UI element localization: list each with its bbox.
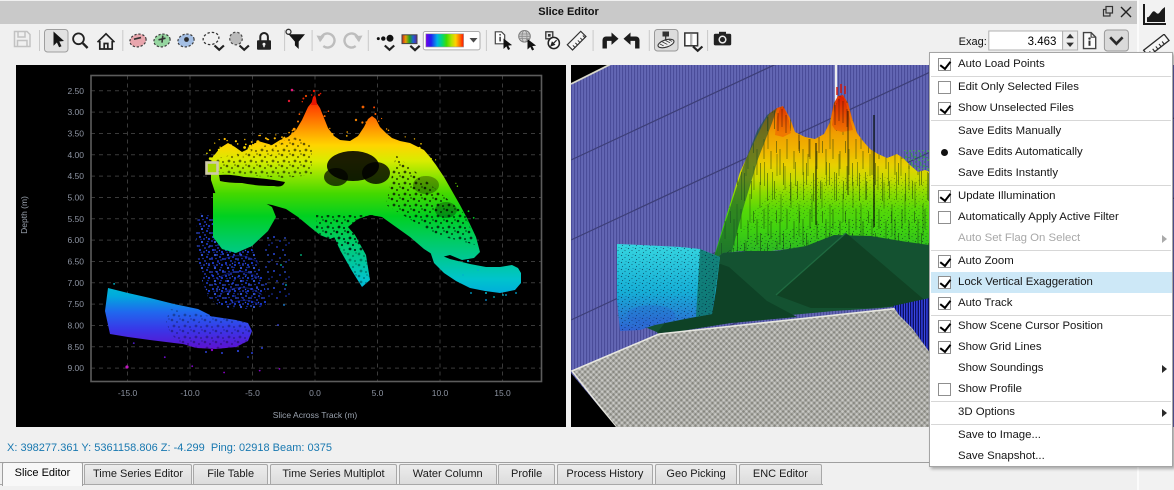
svg-text:3.463: 3.463: [1028, 36, 1057, 48]
svg-text:Slice Across Track (m): Slice Across Track (m): [273, 410, 358, 420]
svg-text:2.50: 2.50: [67, 86, 84, 96]
svg-text:9.00: 9.00: [67, 363, 84, 373]
svg-text:-15.0: -15.0: [118, 388, 138, 398]
svg-text:7.50: 7.50: [67, 299, 84, 309]
svg-text:5.0: 5.0: [372, 388, 384, 398]
svg-text:15.0: 15.0: [494, 388, 511, 398]
svg-text:4.00: 4.00: [67, 150, 84, 160]
svg-text:8.00: 8.00: [67, 321, 84, 331]
svg-text:Exag:: Exag:: [959, 36, 987, 48]
svg-text:0.0: 0.0: [309, 388, 321, 398]
svg-text:3.00: 3.00: [67, 107, 84, 117]
svg-text:5.50: 5.50: [67, 214, 84, 224]
svg-text:7.00: 7.00: [67, 278, 84, 288]
svg-text:10.0: 10.0: [432, 388, 449, 398]
svg-text:-5.0: -5.0: [245, 388, 260, 398]
svg-text:5.00: 5.00: [67, 193, 84, 203]
svg-text:-10.0: -10.0: [180, 388, 200, 398]
svg-text:4.50: 4.50: [67, 171, 84, 181]
svg-text:Depth (m): Depth (m): [19, 196, 29, 234]
svg-text:8.50: 8.50: [67, 342, 84, 352]
svg-text:3.50: 3.50: [67, 129, 84, 139]
svg-text:6.50: 6.50: [67, 257, 84, 267]
svg-text:6.00: 6.00: [67, 235, 84, 245]
